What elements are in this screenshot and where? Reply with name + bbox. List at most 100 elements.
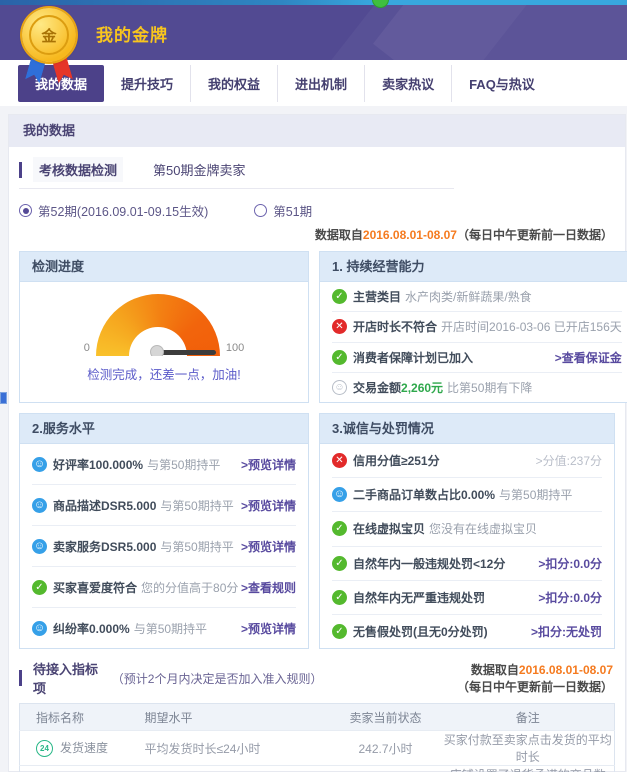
period-radio-option[interactable]: 第52期(2016.09.01-09.15生效) (19, 201, 208, 220)
panel-row-left: ☺二手商品订单数占比0.00%与第50期持平 (332, 486, 572, 503)
panel-body: ✕信用分值≥251分>分值:237分 ☺二手商品订单数占比0.00%与第50期持平… (320, 444, 614, 648)
panel-row-label: 主营类目 (353, 288, 401, 305)
panel-row-detail: 与第50期持平 (134, 620, 207, 637)
panel-row: ☺交易金额2,260元比第50期有下降 (332, 372, 622, 402)
panel-row-label: 纠纷率0.000% (53, 620, 130, 637)
sub-tab[interactable]: 考核数据检测 (33, 157, 123, 182)
panel-row-link[interactable]: >查看保证金 (555, 349, 622, 366)
gauge-panel-body: 0 100 检测完成，还差一点，加油! (20, 282, 308, 402)
panel-row: ☺ 商品描述DSR5.000与第50期持平 >预览详情 (32, 484, 296, 525)
panel-row-link[interactable]: >扣分:无处罚 (531, 623, 602, 640)
sub-tab[interactable]: 第50期金牌卖家 (147, 157, 251, 182)
panel-row-link[interactable]: >预览详情 (241, 620, 296, 637)
check-icon: ✓ (32, 580, 47, 595)
section-title: 我的数据 (9, 115, 625, 147)
period-label: 第51期 (273, 201, 312, 220)
page-banner: 我的金牌 (0, 5, 627, 60)
panel-row: ✕信用分值≥251分>分值:237分 (332, 444, 602, 477)
data-source-suffix: （每日中午更新前一日数据） (457, 228, 613, 242)
nav-tab[interactable]: FAQ与热议 (451, 65, 552, 102)
panel-row: ✓ 消费者保障计划已加入 >查看保证金 (332, 342, 622, 372)
check-icon: ✓ (332, 350, 347, 365)
panel-row: ✓无售假处罚(且无0分处罚)>扣分:无处罚 (332, 614, 602, 648)
gauge-panel: 检测进度 0 100 检测完成，还差一点，加油! (19, 251, 309, 403)
panel-row-left: ✓ 自然年内无严重违规处罚 (332, 589, 485, 606)
metric-name: 发货速度 (60, 741, 108, 755)
panel-row: ✓自然年内一般违规处罚<12分>扣分:0.0分 (332, 546, 602, 580)
nav-tab[interactable]: 卖家热议 (364, 65, 451, 102)
panel-row-detail: 与第50期持平 (147, 456, 220, 473)
panel-row-label: 二手商品订单数占比0.00% (353, 486, 495, 503)
check-icon: ✓ (332, 590, 347, 605)
panel-row-detail: 比第50期有下降 (447, 379, 532, 396)
panel-row-link[interactable]: >扣分:0.0分 (538, 589, 602, 606)
metric-expect-cell: 平均发货时长≤24小时 (145, 731, 330, 766)
panel-title: 2.服务水平 (20, 414, 308, 444)
panel-row-link[interactable]: >查看规则 (241, 579, 296, 596)
panel-row-label: 开店时长不符合 (353, 318, 437, 335)
table-header-cell: 指标名称 (20, 704, 145, 731)
panel-body: ✓主营类目水产肉类/新鲜蔬果/熟食✕开店时长不符合开店时间2016-03-06 … (320, 282, 627, 402)
panel-row-link[interactable]: >预览详情 (241, 538, 296, 555)
table-header-row: 指标名称期望水平卖家当前状态备注 (20, 704, 615, 731)
panel-row-detail: 与第50期持平 (499, 486, 572, 503)
gauge-max-label: 100 (226, 342, 244, 354)
smile-icon: ☺ (32, 498, 47, 513)
panel-row: ☺好评率100.000%与第50期持平 >预览详情 (32, 444, 296, 484)
panel-row-label: 在线虚拟宝贝 (353, 520, 425, 537)
pending-accent-bar (19, 670, 22, 686)
nav-tab[interactable]: 提升技巧 (104, 65, 190, 102)
metric-expect-cell: 设置退货承诺商品数>0 (145, 766, 330, 772)
panel-row-label: 买家喜爱度符合 (53, 579, 137, 596)
panel-row-value: 2,260元 (401, 379, 443, 396)
data-source-suffix: （每日中午更新前一日数据） (457, 680, 613, 694)
page-title: 我的金牌 (96, 21, 168, 46)
panel-row-label: 商品描述DSR5.000 (53, 497, 156, 514)
table-header-cell: 卖家当前状态 (330, 704, 442, 731)
panel-row-left: ✕开店时长不符合开店时间2016-03-06 已开店156天 (332, 318, 622, 335)
gauge-arc (96, 294, 220, 356)
panel-title: 1. 持续经营能力 (320, 252, 627, 282)
panel-row-link[interactable]: >预览详情 (241, 456, 296, 473)
panel-row-left: ☺好评率100.000%与第50期持平 (32, 456, 220, 473)
panel-row-detail: 与第50期持平 (160, 497, 233, 514)
panel-row-detail: 与第50期持平 (160, 538, 233, 555)
table-header-cell: 期望水平 (145, 704, 330, 731)
table-row: 7✓退货承诺设置退货承诺商品数>00个店铺设置了退货承诺的商品数量，点击设置 (20, 766, 615, 772)
metric-remark: 买家付款至卖家点击发货的平均时长 (444, 733, 612, 764)
panel-row-label: 消费者保障计划已加入 (353, 349, 473, 366)
check-icon: ✓ (332, 521, 347, 536)
panel-row-label: 自然年内一般违规处罚<12分 (353, 555, 505, 572)
panel-row-muted-value: >分值:237分 (536, 452, 602, 469)
panel-row-left: ☺纠纷率0.000%与第50期持平 (32, 620, 207, 637)
panel-row-label: 好评率100.000% (53, 456, 143, 473)
nav-tab[interactable]: 我的权益 (190, 65, 277, 102)
panel-row: ☺纠纷率0.000%与第50期持平 >预览详情 (32, 607, 296, 648)
metric-name-cell: 24发货速度 (20, 731, 145, 766)
period-radio-option[interactable]: 第51期 (254, 201, 312, 220)
panel-title: 3.诚信与处罚情况 (320, 414, 614, 444)
progress-gauge: 0 100 (32, 294, 296, 356)
period-selector: 第52期(2016.09.01-09.15生效) 第51期 (19, 201, 615, 220)
pending-title: 待接入指标项 (33, 659, 110, 697)
data-source-note: 数据取自2016.08.01-08.07（每日中午更新前一日数据） (319, 661, 615, 695)
panel-row-label: 自然年内无严重违规处罚 (353, 589, 485, 606)
nav-tab[interactable]: 进出机制 (277, 65, 364, 102)
sub-tab-bar: 考核数据检测第50期金牌卖家 (19, 157, 454, 189)
panel-business-ability: 1. 持续经营能力 ✓主营类目水产肉类/新鲜蔬果/熟食✕开店时长不符合开店时间2… (319, 251, 627, 403)
panel-row-link[interactable]: >扣分:0.0分 (538, 555, 602, 572)
data-source-date: 2016.08.01-08.07 (363, 228, 457, 242)
metric-status-cell: 0个 (330, 766, 442, 772)
panel-row: ✓ 自然年内无严重违规处罚 >扣分:0.0分 (332, 580, 602, 614)
pending-metrics-header: 待接入指标项 （预计2个月内决定是否加入准入规则） 数据取自2016.08.01… (19, 659, 615, 697)
radio-icon[interactable] (254, 204, 267, 217)
radio-icon[interactable] (19, 204, 32, 217)
panel-row: ✓在线虚拟宝贝您没有在线虚拟宝贝 (332, 511, 602, 545)
metric-remark: 店铺设置了退货承诺的商品数量， (450, 768, 606, 772)
my-gold-medal-page: 我的金牌 金 我的数据提升技巧我的权益进出机制卖家热议FAQ与热议 我的数据 考… (0, 0, 627, 772)
panel-row-link[interactable]: >预览详情 (241, 497, 296, 514)
data-source-prefix: 数据取自 (471, 663, 519, 677)
smile-icon: ☺ (32, 539, 47, 554)
metric-remark-cell: 买家付款至卖家点击发货的平均时长 (442, 731, 615, 766)
panel-grid-row1: 检测进度 0 100 检测完成，还差一点，加油! (19, 251, 615, 403)
